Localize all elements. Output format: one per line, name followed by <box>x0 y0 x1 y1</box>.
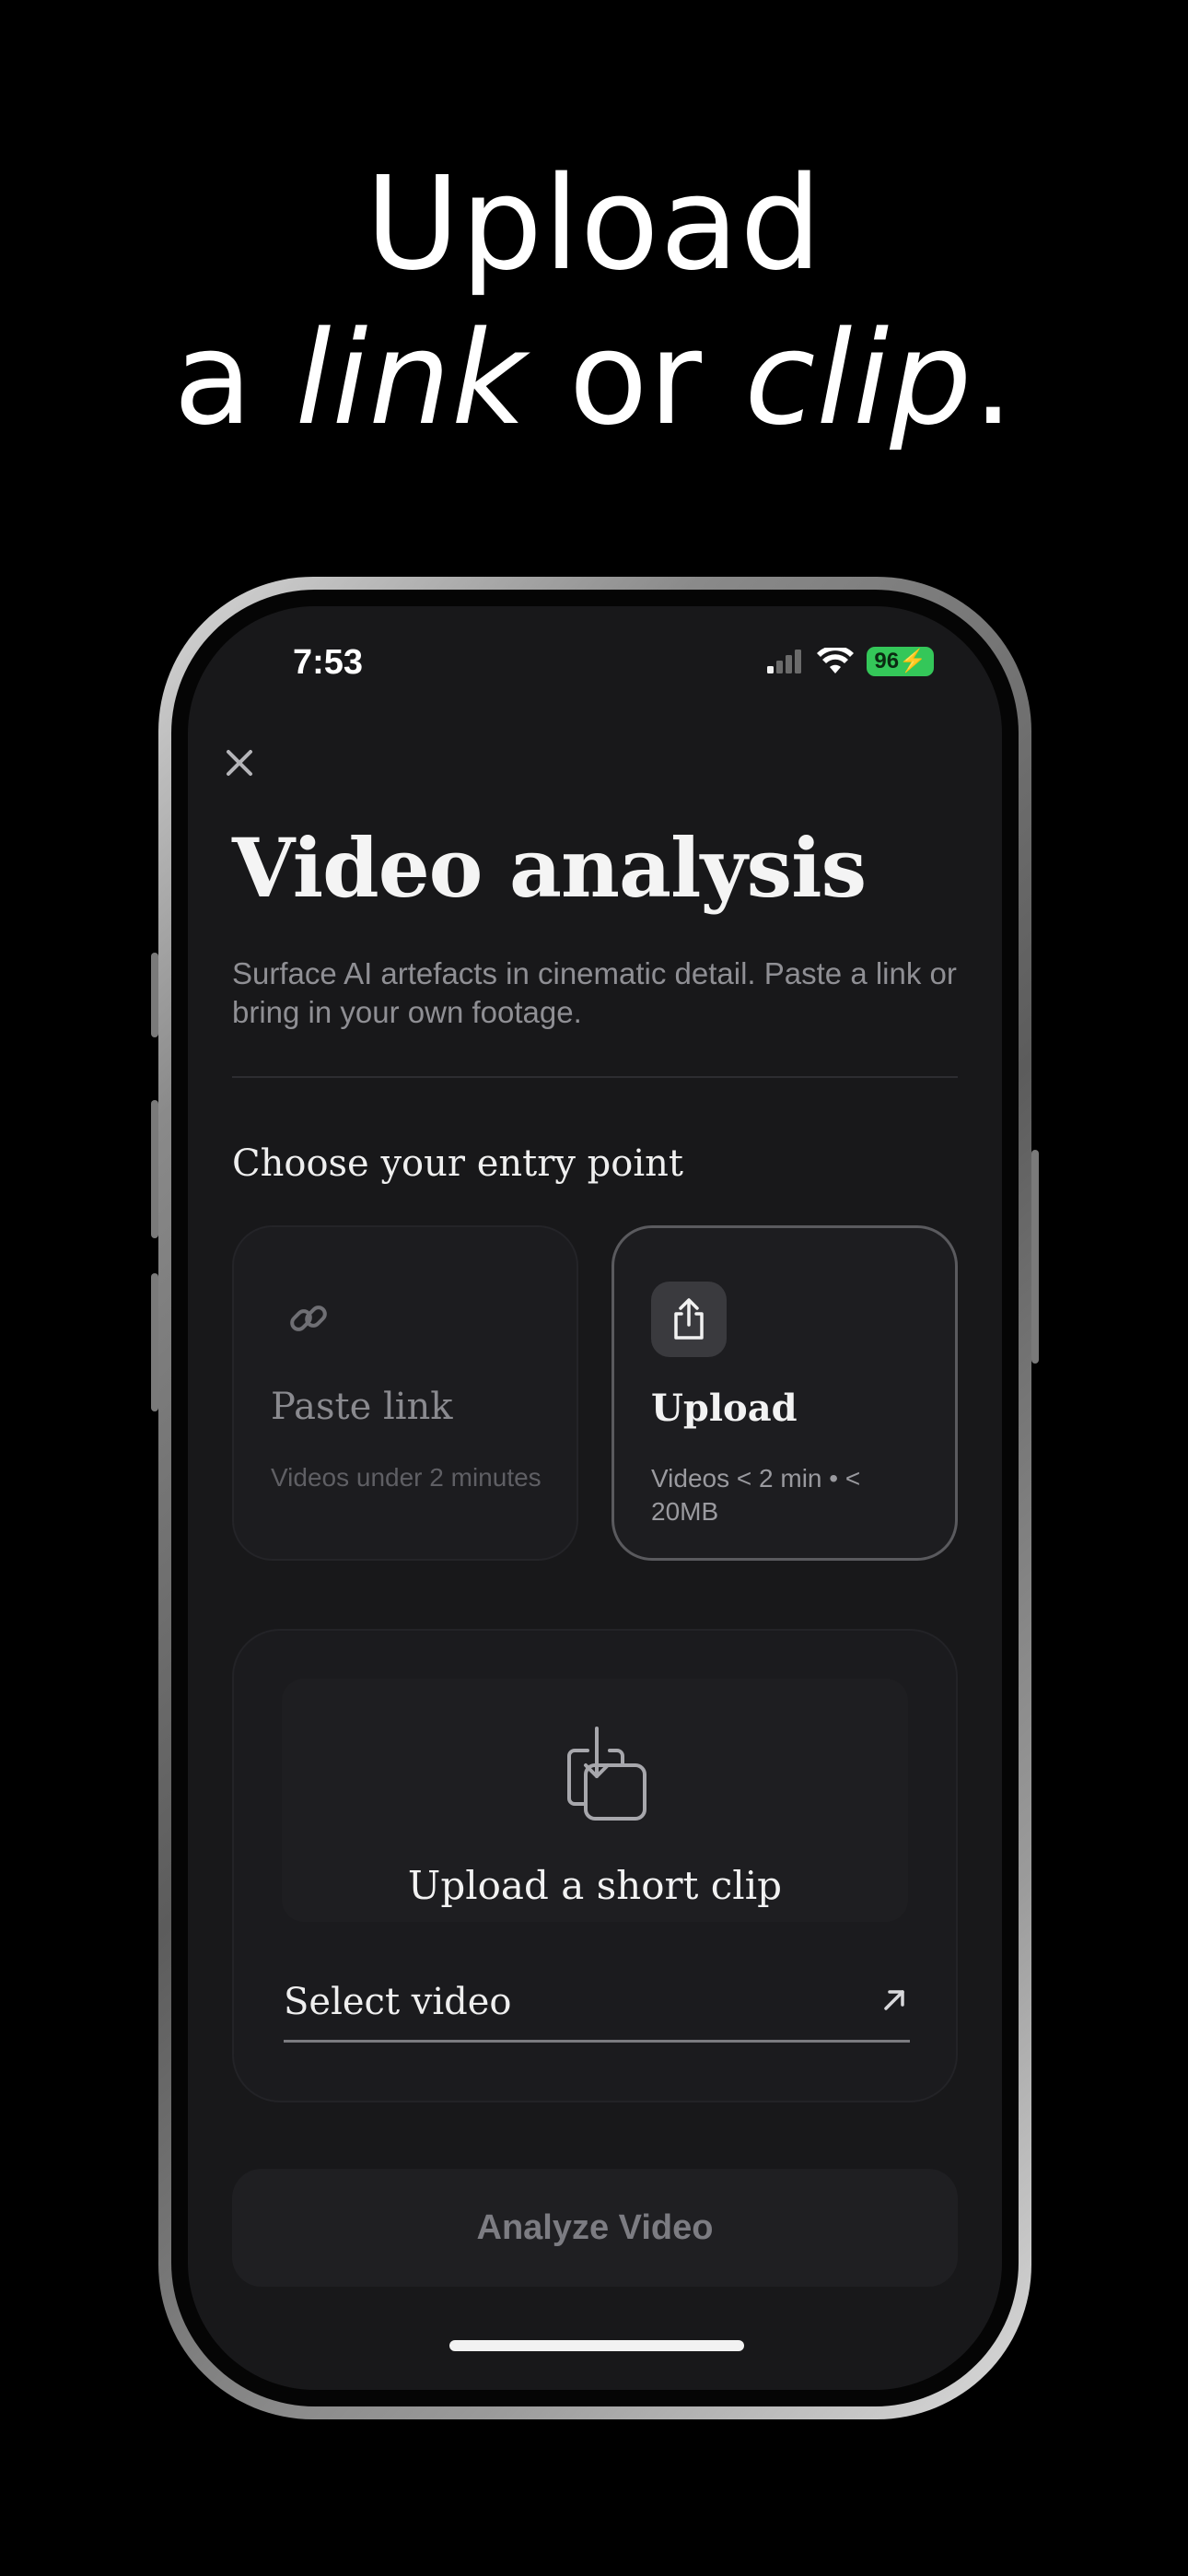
wifi-icon <box>817 648 855 673</box>
share-icon-box <box>651 1282 727 1357</box>
phone-screen: 7:53 96⚡ Video analysis Surface AI artef… <box>188 606 1002 2390</box>
upload-card[interactable]: Upload Videos < 2 min • < 20MB <box>611 1225 958 1561</box>
paste-link-desc: Videos under 2 minutes <box>271 1463 542 1492</box>
headline: Upload a link or clip. <box>0 147 1188 457</box>
link-icon <box>290 1306 327 1331</box>
page-title: Video analysis <box>232 820 867 916</box>
upload-panel: Upload a short clip Select video <box>232 1629 958 2102</box>
cellular-signal-icon <box>767 650 802 673</box>
import-video-icon <box>567 1727 646 1821</box>
headline-link-word: link <box>295 304 528 454</box>
link-icon-box <box>271 1281 346 1356</box>
headline-line-2: a link or clip. <box>0 302 1188 457</box>
volume-up-button <box>151 1100 158 1238</box>
select-underline <box>284 2040 910 2043</box>
headline-or: or <box>527 304 745 454</box>
status-icons: 96⚡ <box>767 647 934 676</box>
home-indicator[interactable] <box>449 2340 744 2351</box>
headline-clip-word: clip <box>744 304 973 454</box>
status-bar: 7:53 96⚡ <box>188 606 1002 717</box>
upload-desc: Videos < 2 min • < 20MB <box>651 1464 861 1526</box>
upload-clip-label: Upload a short clip <box>407 1863 783 1908</box>
headline-line-1: Upload <box>365 149 823 299</box>
page-subtitle: Surface AI artefacts in cinematic detail… <box>232 956 957 1029</box>
power-button <box>1031 1150 1039 1364</box>
analyze-video-button[interactable]: Analyze Video <box>232 2169 958 2287</box>
select-video-button[interactable]: Select video <box>284 1981 960 2045</box>
action-button <box>151 953 158 1037</box>
divider <box>232 1076 958 1078</box>
arrow-up-right-icon <box>884 1990 904 2010</box>
status-time: 7:53 <box>293 643 364 682</box>
headline-period: . <box>973 304 1015 454</box>
share-icon <box>674 1298 704 1340</box>
section-title: Choose your entry point <box>232 1142 683 1185</box>
headline-a: a <box>173 304 296 454</box>
select-video-label: Select video <box>284 1981 512 2023</box>
battery-icon: 96⚡ <box>867 647 934 676</box>
upload-label: Upload <box>651 1387 798 1430</box>
volume-down-button <box>151 1273 158 1411</box>
drop-zone[interactable]: Upload a short clip <box>282 1679 908 1922</box>
paste-link-card[interactable]: Paste link Videos under 2 minutes <box>232 1225 578 1561</box>
close-icon[interactable] <box>214 737 265 789</box>
battery-level: 96 <box>874 649 900 673</box>
paste-link-label: Paste link <box>271 1386 453 1428</box>
